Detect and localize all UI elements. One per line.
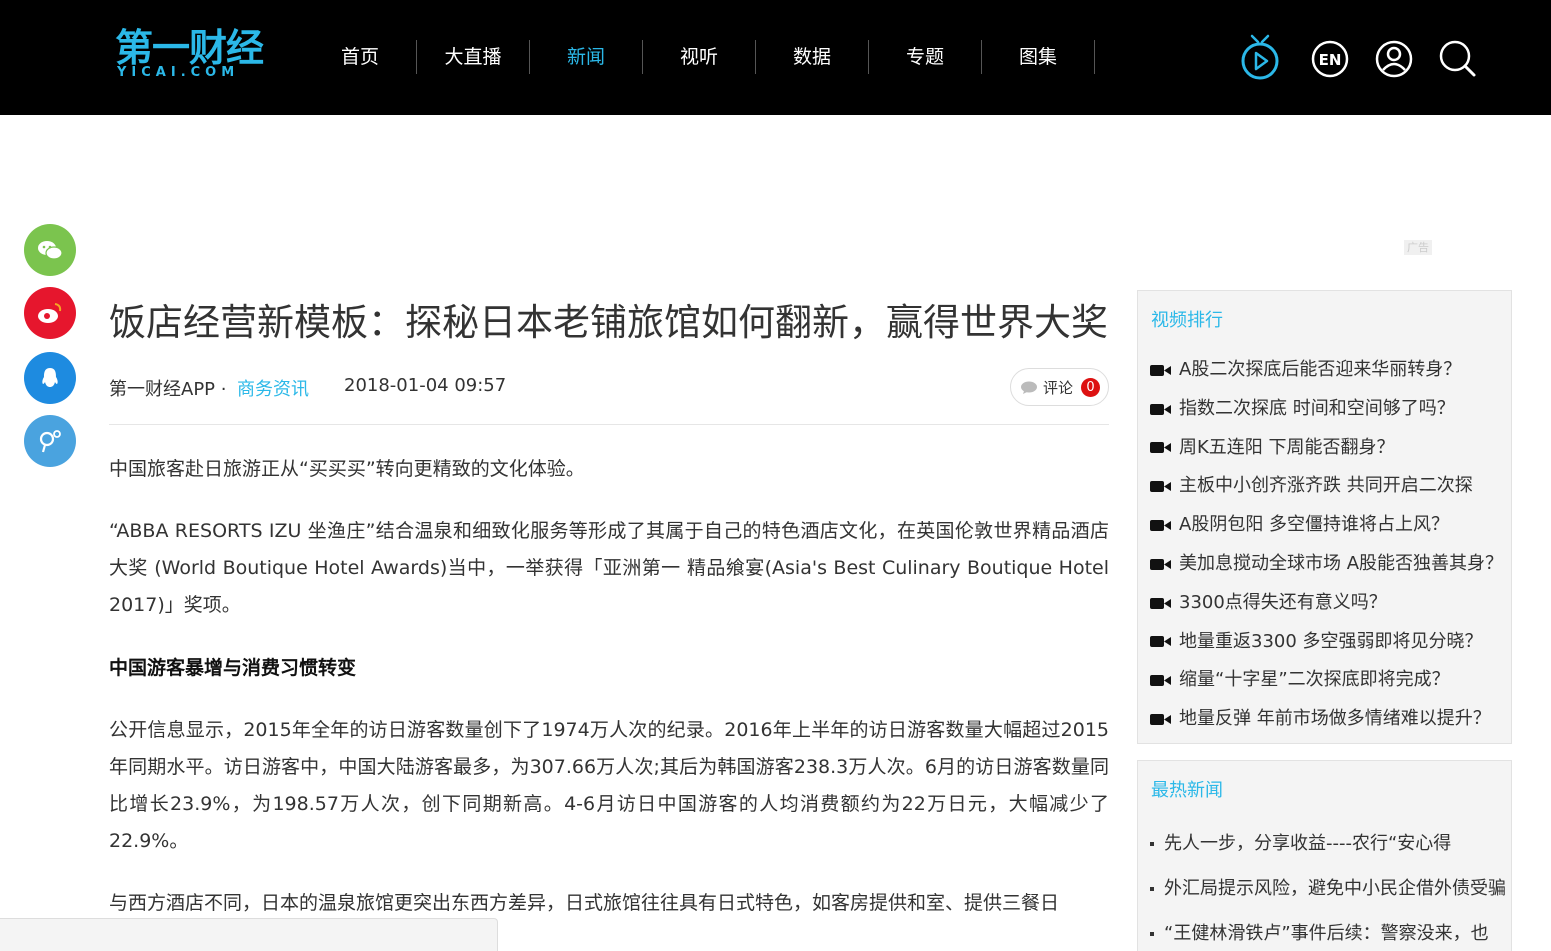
video-item-label: 周K五连阳 下周能否翻身？ (1179, 436, 1395, 458)
article-paragraph: 公开信息显示，2015年全年的访日游客数量创下了1974万人次的纪录。2016年… (109, 719, 1109, 852)
camera-icon (1150, 481, 1171, 493)
camera-icon (1150, 675, 1171, 687)
article-date: 2018-01-04 09:57 (344, 375, 507, 396)
nav-data[interactable]: 数据 (756, 40, 869, 74)
camera-icon (1150, 714, 1171, 726)
video-item[interactable]: 主板中小创齐涨齐跌 共同开启二次探 (1150, 467, 1511, 506)
article-subheading: 中国游客暴增与消费习惯转变 (109, 657, 357, 679)
article-body: 中国旅客赴日旅游正从“买买买”转向更精致的文化体验。 “ABBA RESORTS… (109, 451, 1109, 922)
svg-text:EN: EN (1319, 51, 1342, 69)
nav-gallery[interactable]: 图集 (982, 40, 1095, 74)
video-list: A股二次探底后能否迎来华丽转身？ 指数二次探底 时间和空间够了吗？ 周K五连阳 … (1138, 351, 1511, 739)
camera-icon (1150, 558, 1171, 570)
bullet-icon (1150, 842, 1154, 846)
article-meta: 第一财经APP · 商务资讯 2018-01-04 09:57 评论 0 (109, 353, 1109, 425)
video-item-label: 缩量“十字星”二次探底即将完成？ (1179, 669, 1450, 691)
video-item[interactable]: 指数二次探底 时间和空间够了吗？ (1150, 390, 1511, 429)
nav-home[interactable]: 首页 (304, 40, 417, 74)
video-item-label: A股二次探底后能否迎来华丽转身？ (1179, 359, 1462, 380)
article-paragraph: “ABBA RESORTS IZU 坐渔庄”结合温泉和细致化服务等形成了其属于自… (109, 520, 1109, 616)
hot-news-title: 最热新闻 (1151, 780, 1223, 801)
video-item-label: 地量重返3300 多空强弱即将见分晓？ (1179, 630, 1483, 652)
camera-icon (1150, 636, 1171, 648)
video-item[interactable]: A股阴包阳 多空僵持谁将占上风？ (1150, 506, 1511, 545)
comment-button[interactable]: 评论 0 (1010, 368, 1109, 406)
hot-news-item[interactable]: 外汇局提示风险，避免中小民企借外债受骗 (1150, 866, 1511, 911)
video-item[interactable]: 3300点得失还有意义吗？ (1150, 584, 1511, 623)
hot-news-item[interactable]: “王健林滑铁卢”事件后续：警察没来，也 (1150, 911, 1511, 951)
camera-icon (1150, 520, 1171, 532)
article-category-link[interactable]: 商务资讯 (237, 375, 309, 401)
video-item-label: 指数二次探底 时间和空间够了吗？ (1179, 397, 1455, 419)
comment-bubble-icon (1021, 381, 1037, 394)
wechat-share-icon[interactable] (24, 224, 76, 276)
top-header: 第一财经 YICAI.COM 首页 大直播 新闻 视听 数据 专题 图集 EN (0, 0, 1551, 115)
bullet-icon (1150, 887, 1154, 891)
ad-tag: 广告 (1404, 240, 1432, 255)
camera-icon (1150, 597, 1171, 609)
nav-video[interactable]: 视听 (643, 40, 756, 74)
article-paragraph: 中国旅客赴日旅游正从“买买买”转向更精致的文化体验。 (109, 458, 585, 480)
comment-count-badge: 0 (1081, 377, 1101, 397)
bottom-floating-bar (0, 918, 498, 951)
search-icon[interactable] (1436, 32, 1480, 82)
camera-icon (1150, 442, 1171, 454)
video-item[interactable]: 周K五连阳 下周能否翻身？ (1150, 429, 1511, 468)
hot-news-label: “王健林滑铁卢”事件后续：警察没来，也 (1164, 923, 1489, 944)
hot-news-item[interactable]: 先人一步，分享收益----农行“安心得 (1150, 821, 1511, 866)
comment-label: 评论 (1043, 378, 1074, 397)
hot-news-label: 先人一步，分享收益----农行“安心得 (1164, 833, 1452, 854)
qzone-share-icon[interactable] (24, 415, 76, 467)
tv-play-icon[interactable] (1238, 32, 1282, 82)
video-ranking-title: 视频排行 (1151, 310, 1223, 331)
video-item-label: A股阴包阳 多空僵持谁将占上风？ (1179, 514, 1450, 536)
camera-icon (1150, 364, 1171, 376)
bullet-icon (1150, 932, 1154, 936)
video-item[interactable]: 美加息搅动全球市场 A股能否独善其身？ (1150, 545, 1511, 584)
video-item[interactable]: 地量反弹 年前市场做多情绪难以提升？ (1150, 700, 1511, 739)
video-item[interactable]: 缩量“十字星”二次探底即将完成？ (1150, 661, 1511, 700)
video-item[interactable]: 地量重返3300 多空强弱即将见分晓？ (1150, 623, 1511, 662)
yicai-logo[interactable]: 第一财经 YICAI.COM (115, 26, 275, 82)
qq-share-icon[interactable] (24, 352, 76, 404)
article-paragraph: 与西方酒店不同，日本的温泉旅馆更突出东西方差异，日式旅馆往往具有日式特色，如客房… (109, 892, 1060, 914)
hot-news-list: 先人一步，分享收益----农行“安心得 外汇局提示风险，避免中小民企借外债受骗 … (1138, 821, 1511, 951)
video-ranking-panel: 视频排行 A股二次探底后能否迎来华丽转身？ 指数二次探底 时间和空间够了吗？ 周… (1137, 290, 1512, 744)
video-item[interactable]: A股二次探底后能否迎来华丽转身？ (1150, 351, 1511, 390)
logo-en-text: YICAI.COM (117, 65, 240, 80)
nav-news[interactable]: 新闻 (530, 40, 643, 74)
article-source: 第一财经APP · (109, 379, 227, 400)
hot-news-label: 外汇局提示风险，避免中小民企借外债受骗 (1164, 878, 1506, 899)
camera-icon (1150, 403, 1171, 415)
en-language-icon[interactable]: EN (1308, 32, 1352, 82)
main-nav: 首页 大直播 新闻 视听 数据 专题 图集 (304, 40, 1095, 74)
video-item-label: 地量反弹 年前市场做多情绪难以提升？ (1179, 708, 1491, 730)
article-title: 饭店经营新模板：探秘日本老铺旅馆如何翻新，赢得世界大奖 (109, 301, 1108, 344)
video-item-label: 3300点得失还有意义吗？ (1179, 591, 1387, 613)
user-icon[interactable] (1372, 32, 1416, 82)
nav-live[interactable]: 大直播 (417, 40, 530, 74)
hot-news-panel: 最热新闻 先人一步，分享收益----农行“安心得 外汇局提示风险，避免中小民企借… (1137, 760, 1512, 951)
nav-topics[interactable]: 专题 (869, 40, 982, 74)
weibo-share-icon[interactable] (24, 287, 76, 339)
video-item-label: 主板中小创齐涨齐跌 共同开启二次探 (1179, 475, 1473, 497)
video-item-label: 美加息搅动全球市场 A股能否独善其身？ (1179, 552, 1504, 574)
logo-cn-text: 第一财经 (115, 26, 264, 70)
article: 饭店经营新模板：探秘日本老铺旅馆如何翻新，赢得世界大奖 第一财经APP · 商务… (109, 296, 1109, 922)
